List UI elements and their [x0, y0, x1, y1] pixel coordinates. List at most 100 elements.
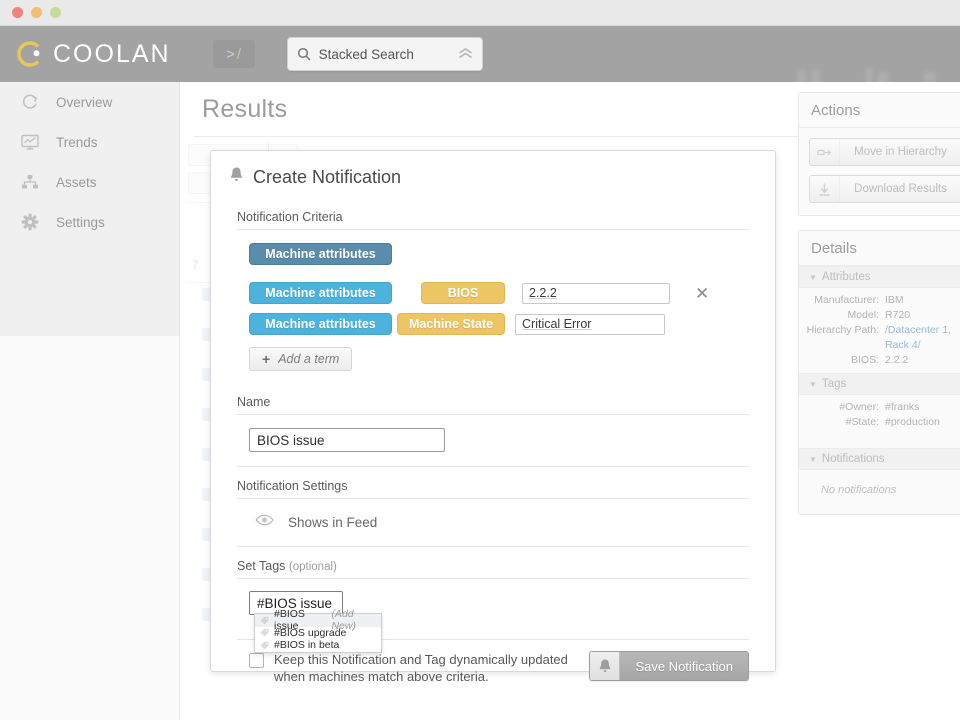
- search-icon: [297, 47, 311, 61]
- detail-row: #Owner: #franks: [799, 400, 960, 415]
- detail-row: Hierarchy Path: /Datacenter 1,: [799, 323, 960, 338]
- tag-suggestion-item[interactable]: #BIOS issue (Add New): [255, 608, 381, 632]
- download-icon: [810, 176, 840, 202]
- no-notifications-text: No notifications: [821, 484, 897, 496]
- tag-input-wrapper: #BIOS issue #BIOS issue (Add New) #BIOS: [237, 579, 749, 653]
- save-notification-button[interactable]: Save Notification: [589, 651, 749, 681]
- sidebar-filler: [0, 336, 180, 720]
- move-hierarchy-icon: [810, 139, 840, 165]
- modal-title: Create Notification: [211, 151, 775, 188]
- refresh-circle-icon: [20, 92, 40, 112]
- tag-icon: [260, 628, 269, 637]
- coolan-logo-icon: [14, 39, 44, 69]
- app-screen: COOLAN > / Stacked Search Overview Trend…: [0, 0, 960, 720]
- criteria-rows: Machine attributes Machine attributes BI…: [237, 230, 749, 379]
- name-input[interactable]: BIOS issue: [249, 428, 445, 452]
- tag-suggestion-item[interactable]: #BIOS in beta: [255, 639, 381, 652]
- right-rail: Actions Move in Hierarchy Download Resul…: [798, 92, 960, 529]
- caret-down-icon: ▼: [809, 272, 817, 282]
- modal-title-text: Create Notification: [253, 166, 402, 187]
- download-results-button[interactable]: Download Results: [809, 175, 960, 203]
- sidebar-item-settings[interactable]: Settings: [0, 202, 179, 242]
- sidebar-item-assets[interactable]: Assets: [0, 162, 179, 202]
- app-header: COOLAN > / Stacked Search: [0, 26, 960, 86]
- details-section-label: Notifications: [821, 453, 885, 465]
- brand-name: COOLAN: [53, 39, 171, 68]
- shows-in-feed-label: Shows in Feed: [288, 514, 378, 530]
- name-section-label: Name: [237, 395, 271, 409]
- criteria-value-input[interactable]: Critical Error: [515, 313, 665, 335]
- details-panel: Details ▼ Attributes Manufacturer: IBM M…: [798, 230, 960, 515]
- actions-panel-title: Actions: [799, 93, 960, 128]
- detail-value: R720: [885, 309, 911, 321]
- chart-monitor-icon: [20, 132, 40, 152]
- detail-row: #State: #production: [799, 415, 960, 430]
- prompt-slash-icon[interactable]: > /: [212, 40, 255, 68]
- sidebar-item-trends[interactable]: Trends: [0, 122, 179, 162]
- settings-section-label: Notification Settings: [237, 479, 348, 493]
- details-section-label: Attributes: [821, 271, 871, 283]
- criteria-row: Machine attributes BIOS 2.2.2 ✕: [249, 282, 749, 304]
- detail-row: Model: R720: [799, 308, 960, 323]
- detail-key: BIOS:: [850, 354, 879, 366]
- criteria-attribute-tag[interactable]: Machine attributes: [249, 282, 392, 304]
- window-zoom-button[interactable]: [50, 7, 61, 18]
- tag-suggestion-label: #BIOS in beta: [274, 639, 340, 652]
- sidebar-item-label: Settings: [56, 214, 105, 230]
- keep-updated-checkbox[interactable]: [249, 653, 264, 668]
- detail-key: Hierarchy Path:: [806, 324, 879, 336]
- criteria-attribute-tag[interactable]: Machine attributes: [249, 313, 392, 335]
- detail-key: Manufacturer:: [814, 294, 879, 306]
- tags-section-title: Set Tags: [237, 559, 286, 573]
- criteria-field-tag[interactable]: Machine State: [397, 313, 505, 335]
- detail-value[interactable]: Rack 4/: [885, 339, 921, 352]
- chevron-double-up-icon[interactable]: [458, 46, 473, 62]
- caret-down-icon: ▼: [809, 379, 817, 389]
- create-notification-modal: Create Notification Notification Criteri…: [210, 150, 776, 684]
- criteria-primary-tag[interactable]: Machine attributes: [249, 243, 392, 265]
- detail-value: #production: [885, 416, 940, 428]
- tag-icon: [260, 616, 269, 625]
- sidebar-item-label: Overview: [56, 94, 113, 110]
- actions-panel: Actions Move in Hierarchy Download Resul…: [798, 92, 960, 216]
- details-section-label: Tags: [821, 378, 847, 390]
- move-in-hierarchy-button[interactable]: Move in Hierarchy: [809, 138, 960, 166]
- prompt-symbol: >: [226, 45, 235, 63]
- download-results-label: Download Results: [854, 183, 947, 195]
- details-panel-title: Details: [799, 231, 960, 266]
- name-divider: [237, 414, 749, 415]
- detail-key: #State:: [845, 416, 879, 428]
- details-attributes-rows: Manufacturer: IBM Model: R720 Hierarchy …: [799, 288, 960, 373]
- search-input[interactable]: Stacked Search: [286, 37, 483, 71]
- window-close-button[interactable]: [12, 7, 23, 18]
- detail-key: Model:: [847, 309, 879, 321]
- bell-icon: [229, 166, 244, 188]
- sidebar-item-label: Trends: [56, 134, 98, 150]
- window-minimize-button[interactable]: [31, 7, 42, 18]
- brand-logo[interactable]: COOLAN: [14, 39, 171, 69]
- criteria-value-input[interactable]: 2.2.2: [522, 282, 670, 304]
- details-section-notifications[interactable]: ▼ Notifications: [799, 448, 960, 470]
- criteria-field-tag[interactable]: BIOS: [421, 282, 505, 304]
- eye-icon: [255, 513, 274, 531]
- sidebar-item-overview[interactable]: Overview: [0, 82, 179, 122]
- criteria-primary-row: Machine attributes: [249, 243, 749, 265]
- close-x-icon[interactable]: ✕: [695, 285, 709, 302]
- shows-in-feed-row[interactable]: Shows in Feed: [237, 499, 749, 546]
- details-section-attributes[interactable]: ▼ Attributes: [799, 266, 960, 288]
- detail-key: #Owner:: [839, 401, 879, 413]
- window-titlebar: [0, 0, 960, 26]
- detail-row: Manufacturer: IBM: [799, 293, 960, 308]
- details-section-tags[interactable]: ▼ Tags: [799, 373, 960, 395]
- details-tags-rows: #Owner: #franks #State: #production: [799, 395, 960, 448]
- tags-section-label: Set Tags (optional): [237, 547, 749, 578]
- add-term-button[interactable]: + Add a term: [249, 347, 353, 371]
- detail-key: [799, 339, 885, 352]
- search-label: Stacked Search: [318, 46, 414, 62]
- sidebar: Overview Trends Assets Settings: [0, 82, 180, 336]
- criteria-section-label: Notification Criteria: [237, 210, 343, 224]
- hierarchy-nodes-icon: [20, 172, 40, 192]
- detail-value: #franks: [885, 401, 920, 413]
- criteria-row: Machine attributes Machine State Critica…: [249, 313, 749, 335]
- detail-value[interactable]: /Datacenter 1,: [885, 324, 951, 337]
